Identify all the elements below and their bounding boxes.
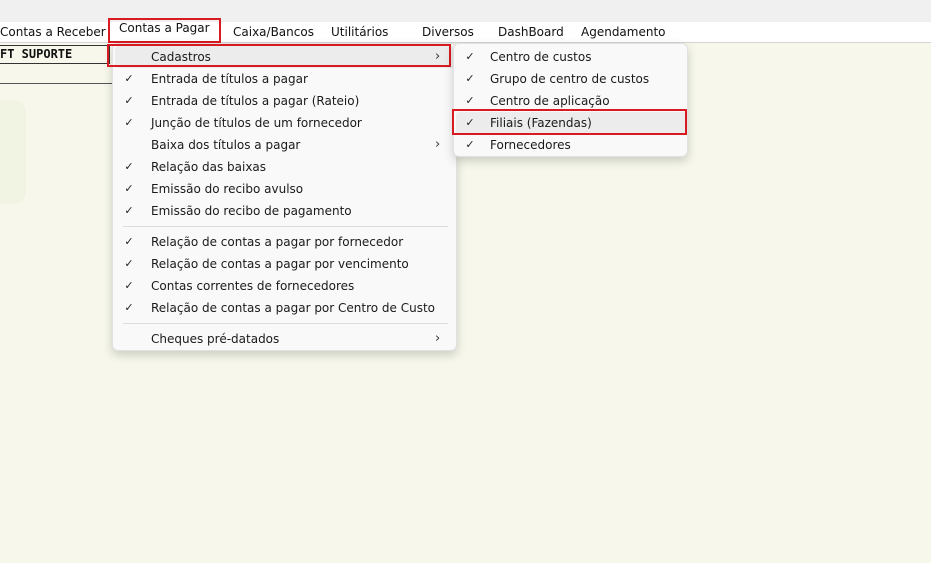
submenu-item-label: Centro de custos bbox=[490, 50, 592, 64]
menu-caixa-bancos[interactable]: Caixa/Bancos bbox=[233, 22, 314, 43]
menu-item-label: Entrada de títulos a pagar bbox=[151, 72, 308, 86]
menu-item-juncao-titulos[interactable]: ✓ Junção de títulos de um fornecedor bbox=[113, 112, 458, 134]
menu-separator bbox=[123, 323, 448, 324]
check-icon: ✓ bbox=[124, 94, 134, 107]
menu-contas-a-pagar[interactable]: Contas a Pagar bbox=[108, 18, 221, 43]
cadastros-submenu: ✓ Centro de custos ✓ Grupo de centro de … bbox=[453, 43, 688, 157]
check-icon: ✓ bbox=[124, 116, 134, 129]
menu-contas-a-receber[interactable]: Contas a Receber bbox=[0, 22, 106, 43]
chevron-right-icon: › bbox=[435, 331, 441, 346]
check-icon: ✓ bbox=[465, 138, 475, 151]
check-icon: ✓ bbox=[124, 182, 134, 195]
menu-agendamento[interactable]: Agendamento bbox=[581, 22, 666, 43]
menu-item-label: Entrada de títulos a pagar (Rateio) bbox=[151, 94, 360, 108]
menu-item-entrada-titulos-rateio[interactable]: ✓ Entrada de títulos a pagar (Rateio) bbox=[113, 90, 458, 112]
menu-item-label: Baixa dos títulos a pagar bbox=[151, 138, 301, 152]
contas-a-pagar-dropdown: Cadastros › ✓ Entrada de títulos a pagar… bbox=[112, 43, 457, 351]
menu-utilitarios[interactable]: Utilitários bbox=[331, 22, 388, 43]
submenu-item-label: Fornecedores bbox=[490, 138, 571, 152]
check-icon: ✓ bbox=[124, 160, 134, 173]
menu-diversos[interactable]: Diversos bbox=[422, 22, 474, 43]
menu-item-label: Contas correntes de fornecedores bbox=[151, 279, 355, 293]
check-icon: ✓ bbox=[465, 72, 475, 85]
submenu-item-label: Grupo de centro de custos bbox=[490, 72, 650, 86]
menu-item-label: Relação das baixas bbox=[151, 160, 267, 174]
menu-item-label: Relação de contas a pagar por Centro de … bbox=[151, 301, 436, 315]
menu-item-baixa-titulos[interactable]: Baixa dos títulos a pagar › bbox=[113, 134, 458, 156]
divider-line bbox=[0, 83, 112, 84]
check-icon: ✓ bbox=[124, 204, 134, 217]
menu-dashboard[interactable]: DashBoard bbox=[498, 22, 564, 43]
submenu-item-fornecedores[interactable]: ✓ Fornecedores bbox=[454, 134, 689, 156]
cadastros-highlight-frame bbox=[107, 44, 451, 67]
menu-item-label: Junção de títulos de um fornecedor bbox=[151, 116, 362, 130]
submenu-item-centro-custos[interactable]: ✓ Centro de custos bbox=[454, 46, 689, 68]
chevron-right-icon: › bbox=[435, 137, 441, 152]
check-icon: ✓ bbox=[124, 279, 134, 292]
check-icon: ✓ bbox=[124, 235, 134, 248]
menu-item-contas-correntes[interactable]: ✓ Contas correntes de fornecedores bbox=[113, 275, 458, 297]
menu-item-cheques-pre-datados[interactable]: Cheques pré-datados › bbox=[113, 328, 458, 350]
menu-item-label: Emissão do recibo avulso bbox=[151, 182, 304, 196]
filiais-highlight-frame bbox=[452, 109, 687, 135]
menu-item-relacao-baixas[interactable]: ✓ Relação das baixas bbox=[113, 156, 458, 178]
menu-item-label: Relação de contas a pagar por vencimento bbox=[151, 257, 409, 271]
menu-item-label: Emissão do recibo de pagamento bbox=[151, 204, 352, 218]
menu-item-label: Relação de contas a pagar por fornecedor bbox=[151, 235, 404, 249]
menu-item-entrada-titulos[interactable]: ✓ Entrada de títulos a pagar bbox=[113, 68, 458, 90]
menu-item-recibo-pagamento[interactable]: ✓ Emissão do recibo de pagamento bbox=[113, 200, 458, 222]
check-icon: ✓ bbox=[124, 257, 134, 270]
check-icon: ✓ bbox=[465, 50, 475, 63]
check-icon: ✓ bbox=[124, 72, 134, 85]
menu-item-relacao-vencimento[interactable]: ✓ Relação de contas a pagar por vencimen… bbox=[113, 253, 458, 275]
check-icon: ✓ bbox=[124, 301, 134, 314]
menu-separator bbox=[123, 226, 448, 227]
menu-item-relacao-fornecedor[interactable]: ✓ Relação de contas a pagar por forneced… bbox=[113, 231, 458, 253]
background-shape bbox=[0, 100, 26, 204]
user-label: FT SUPORTE bbox=[0, 47, 73, 61]
menu-item-label: Cheques pré-datados bbox=[151, 332, 280, 346]
submenu-item-grupo-centro-custos[interactable]: ✓ Grupo de centro de custos bbox=[454, 68, 689, 90]
menu-item-recibo-avulso[interactable]: ✓ Emissão do recibo avulso bbox=[113, 178, 458, 200]
menu-item-relacao-centro-custo[interactable]: ✓ Relação de contas a pagar por Centro d… bbox=[113, 297, 458, 319]
main-menubar: Contas a Receber Contas a Pagar Caixa/Ba… bbox=[0, 18, 931, 43]
